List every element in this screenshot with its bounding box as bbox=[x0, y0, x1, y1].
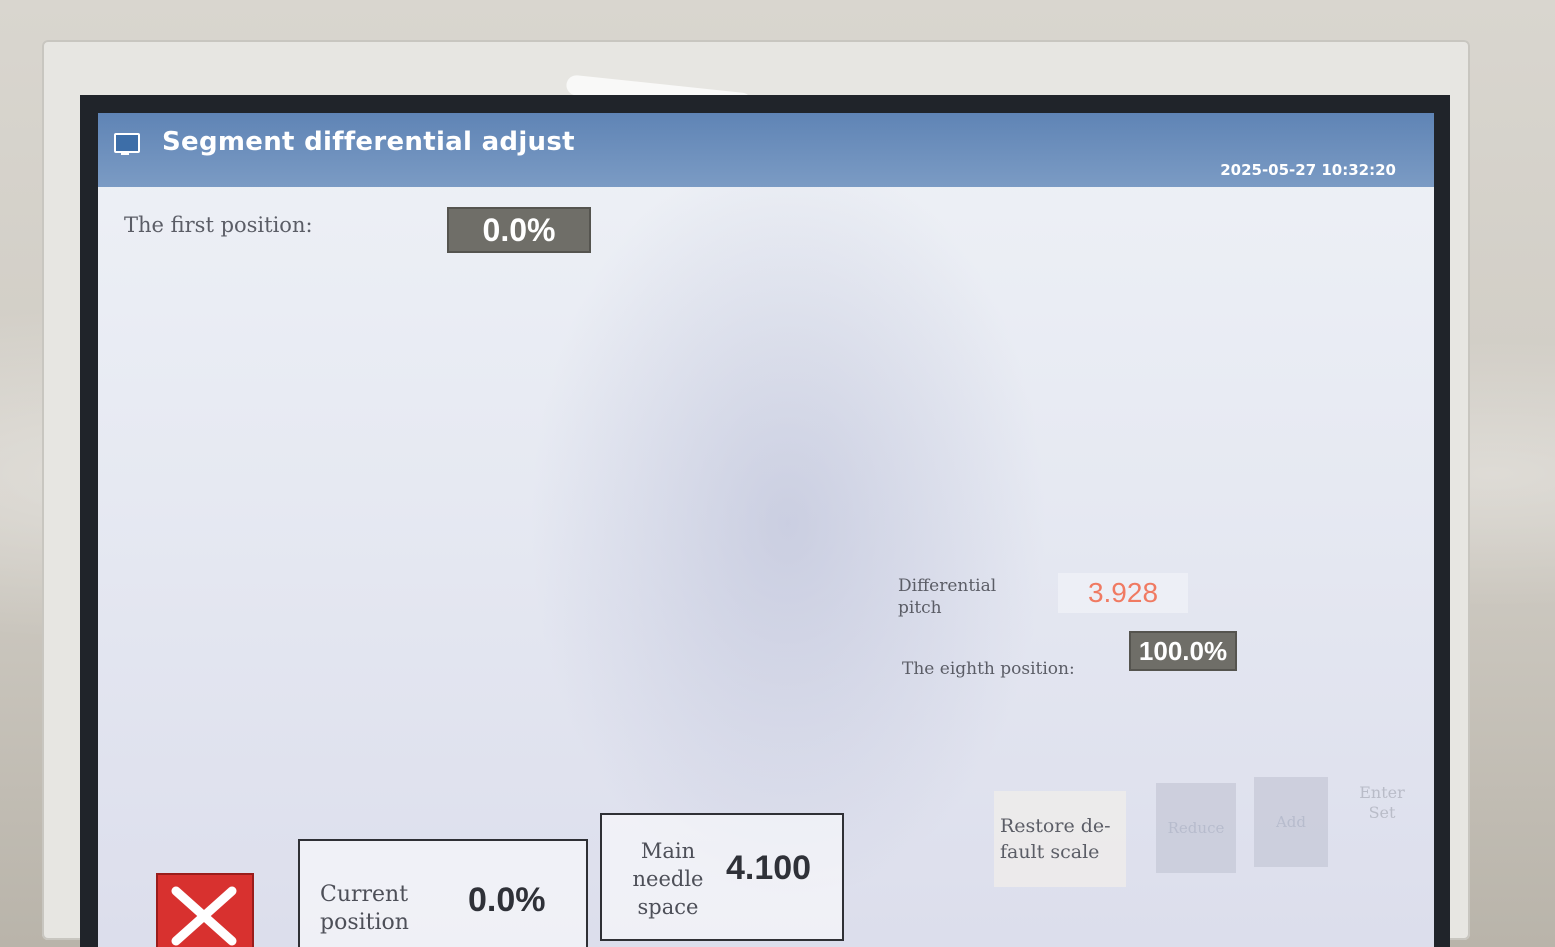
add-button[interactable]: Add bbox=[1254, 777, 1328, 867]
main-needle-space-panel: Main needle space 4.100 bbox=[600, 813, 844, 941]
main-needle-space-label: Main needle space bbox=[632, 839, 704, 919]
enter-set-button[interactable]: Enter Set bbox=[1346, 783, 1418, 843]
differential-pitch-label: Differential pitch bbox=[898, 576, 997, 618]
first-position-label: The first position: bbox=[124, 213, 313, 237]
current-position-panel: Current position 0.0% bbox=[298, 839, 588, 947]
eighth-position-value-field[interactable]: 100.0% bbox=[1129, 631, 1237, 671]
main-needle-space-value: 4.100 bbox=[726, 849, 812, 887]
display-area: Segment differential adjust 2025-05-27 1… bbox=[98, 113, 1434, 947]
eighth-position-label: The eighth position: bbox=[902, 659, 1075, 679]
close-icon bbox=[171, 886, 237, 946]
current-position-label: Current position bbox=[320, 882, 409, 935]
screen-glare bbox=[528, 143, 1048, 903]
current-position-value: 0.0% bbox=[468, 881, 546, 919]
title-bar: Segment differential adjust 2025-05-27 1… bbox=[98, 113, 1434, 187]
datetime-display: 2025-05-27 10:32:20 bbox=[1220, 161, 1396, 179]
close-button[interactable] bbox=[156, 873, 254, 947]
first-position-value-field[interactable]: 0.0% bbox=[447, 207, 591, 253]
differential-pitch-value[interactable]: 3.928 bbox=[1058, 573, 1188, 613]
restore-default-scale-button[interactable]: Restore de- fault scale bbox=[994, 791, 1126, 887]
reduce-button[interactable]: Reduce bbox=[1156, 783, 1236, 873]
page-title: Segment differential adjust bbox=[162, 127, 575, 157]
hmi-screen: Segment differential adjust 2025-05-27 1… bbox=[80, 95, 1450, 947]
monitor-icon bbox=[114, 133, 140, 155]
